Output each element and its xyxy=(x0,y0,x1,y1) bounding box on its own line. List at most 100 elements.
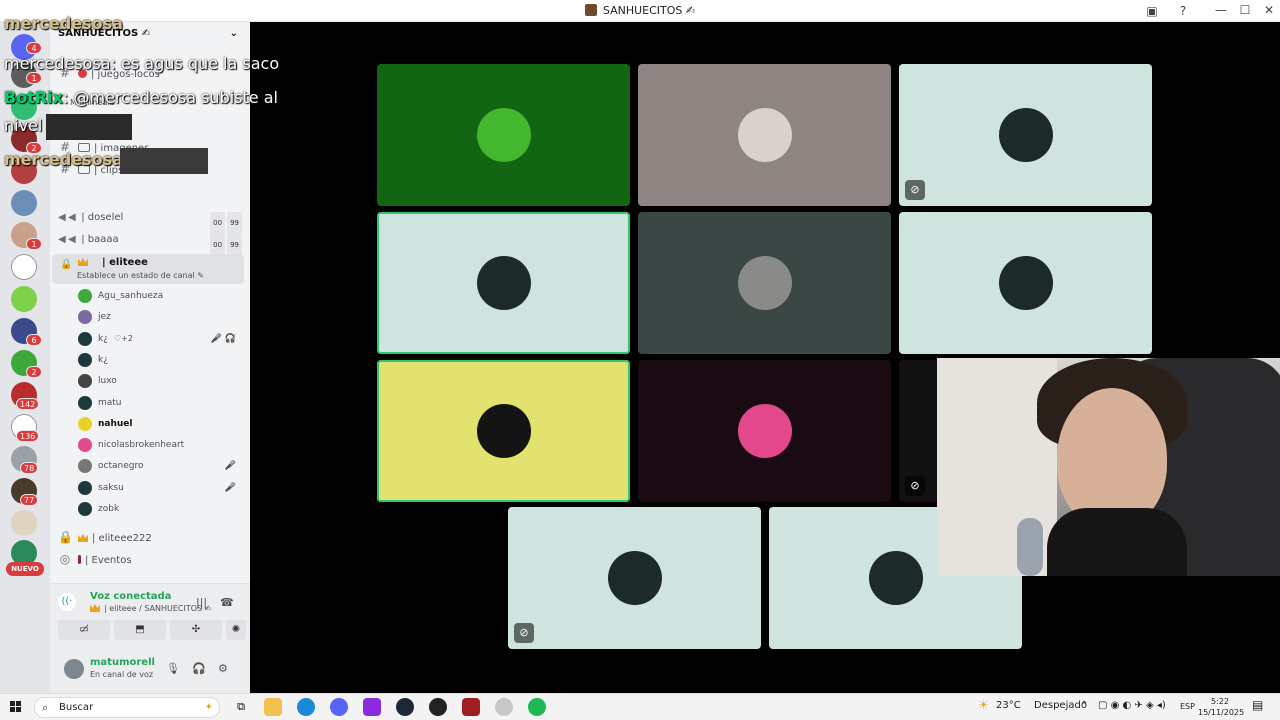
stage-icon: ◎ xyxy=(59,552,71,566)
speaker-icon: ◀ xyxy=(68,212,76,223)
avatar[interactable] xyxy=(78,480,92,495)
language-indicator[interactable]: ESP xyxy=(1180,702,1195,711)
avatar xyxy=(999,256,1053,310)
video-tile[interactable] xyxy=(377,360,630,502)
voice-member[interactable]: saksu 🎤̸ xyxy=(76,478,244,498)
channel-status[interactable]: Establece un estado de canal ✎ xyxy=(77,271,204,280)
canva-icon[interactable] xyxy=(363,698,381,716)
headphones-icon[interactable]: 🎧 xyxy=(192,662,206,675)
voice-member[interactable]: nahuel xyxy=(76,414,244,434)
overlay-line-3: BotRix: @mercedesosa subiste al xyxy=(4,88,278,107)
member-name: luxo xyxy=(98,376,117,387)
overlay-line-1: mercedesosa xyxy=(4,14,123,33)
voice-member[interactable]: k¿ xyxy=(76,350,244,370)
voice-channel-eliteee[interactable]: 🔒 | eliteee Establece un estado de canal… xyxy=(52,254,244,284)
member-name: zobk xyxy=(98,504,120,514)
voice-member[interactable]: octanegro 🎤̸ xyxy=(76,456,244,476)
video-tile[interactable]: ⊘ xyxy=(899,64,1152,206)
voice-member[interactable]: k¿ ♡+2 🎤̸ 🎧̸ xyxy=(76,329,244,349)
weather-temp[interactable]: 23°C xyxy=(996,700,1021,711)
window-titlebar: SANHUECITOS ✍ ▣ ? — ☐ ✕ xyxy=(0,0,1280,22)
video-tile[interactable] xyxy=(638,212,891,354)
voice-member[interactable]: zobk xyxy=(76,499,244,519)
notification-badge: 142 xyxy=(16,398,40,410)
member-name: Agu_sanhueza xyxy=(98,291,164,301)
avatar[interactable] xyxy=(78,395,92,410)
app-icon[interactable] xyxy=(495,698,513,716)
speaker-icon: ◀ xyxy=(58,212,66,223)
windows-start-icon[interactable] xyxy=(10,701,22,713)
screen-share-button[interactable]: ⬒ xyxy=(114,620,166,640)
disconnect-icon[interactable]: ☎ xyxy=(220,596,234,609)
edge-icon[interactable] xyxy=(297,698,315,716)
weather-desc[interactable]: Despejado xyxy=(1034,700,1087,711)
voice-member[interactable]: jez xyxy=(76,307,244,327)
voice-member[interactable]: nicolasbrokenheart xyxy=(76,435,244,455)
weather-icon[interactable]: ☀ xyxy=(978,698,989,712)
avatar[interactable] xyxy=(78,331,92,346)
microphone-icon[interactable]: 🎙 xyxy=(166,662,180,675)
avatar[interactable] xyxy=(78,416,92,431)
steam-icon[interactable] xyxy=(396,698,414,716)
muted-mic-icon: 🎤̸ xyxy=(224,482,236,493)
signal-icon[interactable]: ((· xyxy=(58,593,76,611)
voice-member[interactable]: luxo xyxy=(76,371,244,391)
channel-eventos[interactable]: ◎ | Eventos xyxy=(58,550,246,568)
voice-channel-doselel[interactable]: ◀ ◀ | doselel 00 99 xyxy=(58,208,246,234)
task-view-icon[interactable]: ⧉ xyxy=(232,698,250,716)
avatar[interactable] xyxy=(78,502,92,516)
inbox-icon[interactable]: ▣ xyxy=(1144,3,1160,19)
server-icon-6[interactable] xyxy=(11,190,37,216)
notifications-icon[interactable]: ▤ xyxy=(1252,698,1263,712)
avatar[interactable] xyxy=(78,374,92,389)
taskbar-search[interactable]: ⌕ Buscar ✦ xyxy=(34,697,220,718)
clock[interactable]: 5:22 15/11/2025 xyxy=(1198,696,1244,718)
spotify-icon[interactable] xyxy=(528,698,546,716)
camera-button[interactable]: ▭̸ xyxy=(58,620,110,640)
server-icon-16[interactable] xyxy=(11,510,37,536)
voice-channel-eliteee222[interactable]: 🔒 | eliteee222 xyxy=(58,528,246,546)
muted-mic-icon: ⊘ xyxy=(905,180,925,200)
video-tile[interactable]: ⊘ xyxy=(508,507,761,649)
video-tile[interactable] xyxy=(899,212,1152,354)
voice-member[interactable]: matu xyxy=(76,393,244,413)
avatar[interactable] xyxy=(78,310,92,325)
help-icon[interactable]: ? xyxy=(1175,3,1191,19)
video-tile[interactable] xyxy=(638,360,891,502)
notification-badge: 2 xyxy=(26,366,42,378)
close-button[interactable]: ✕ xyxy=(1256,0,1280,22)
maximize-button[interactable]: ☐ xyxy=(1232,0,1258,22)
avatar[interactable] xyxy=(78,352,92,367)
member-name: saksu xyxy=(98,482,124,493)
voice-channel-path[interactable]: | eliteee / SANHUECITOS ✍ xyxy=(90,604,211,613)
activities-button[interactable]: ✣ xyxy=(170,620,222,640)
search-icon: ⌕ xyxy=(42,701,49,714)
notification-badge: 136 xyxy=(16,430,40,442)
avatar[interactable] xyxy=(78,289,92,303)
tray-icons[interactable]: ▢ ◉ ◐ ✈ ◈ ◂) xyxy=(1098,700,1166,711)
minimize-button[interactable]: — xyxy=(1208,0,1234,22)
avatar[interactable] xyxy=(78,459,92,474)
noise-suppression-icon[interactable]: ||| xyxy=(196,596,207,609)
server-icon-9[interactable] xyxy=(11,286,37,312)
microphone-image xyxy=(1017,518,1043,576)
server-icon-8[interactable] xyxy=(11,254,37,280)
chevron-up-icon[interactable]: ⌃ xyxy=(1080,700,1088,711)
gear-icon[interactable]: ⚙ xyxy=(218,662,228,675)
avatar[interactable] xyxy=(78,438,92,453)
muted-mic-icon: 🎤̸ 🎧̸ xyxy=(210,333,236,344)
file-explorer-icon[interactable] xyxy=(264,698,282,716)
video-tile[interactable] xyxy=(377,64,630,206)
voice-channel-baaaa[interactable]: ◀ ◀ | baaaa 00 99 xyxy=(58,230,246,256)
avatar xyxy=(869,551,923,605)
video-tile[interactable] xyxy=(377,212,630,354)
video-tile[interactable] xyxy=(638,64,891,206)
discord-icon[interactable] xyxy=(330,698,348,716)
avatar[interactable] xyxy=(64,659,84,679)
voicemeeter-icon[interactable] xyxy=(462,698,480,716)
soundboard-button[interactable]: ✺ xyxy=(226,620,246,640)
obs-icon[interactable] xyxy=(429,698,447,716)
user-panel: matumorell En canal de voz 🎙 🎧 ⚙ xyxy=(50,649,250,693)
notification-badge: 78 xyxy=(20,462,39,474)
voice-member[interactable]: Agu_sanhueza xyxy=(76,286,244,306)
